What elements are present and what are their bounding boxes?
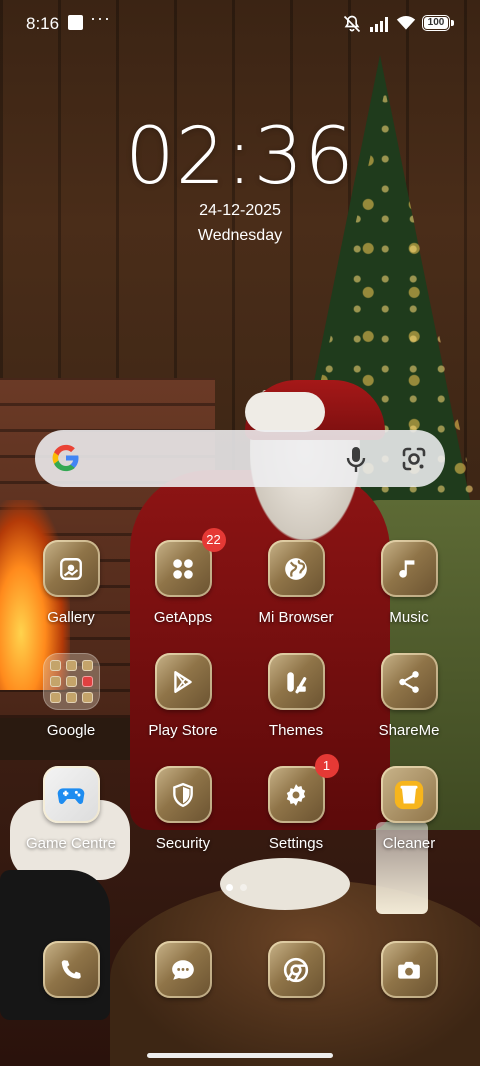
trash-icon[interactable]	[380, 766, 438, 823]
app-getapps[interactable]: 22 GetApps	[128, 528, 238, 626]
gear-icon[interactable]: 1	[267, 754, 339, 823]
app-label: Google	[46, 722, 96, 739]
gamepad-icon[interactable]	[42, 766, 100, 823]
app-cleaner[interactable]: Cleaner	[354, 766, 464, 852]
signal-icon	[370, 17, 388, 32]
google-search-bar[interactable]	[35, 430, 445, 487]
phone-icon[interactable]	[42, 941, 100, 998]
app-label: Cleaner	[382, 835, 436, 852]
google-icon[interactable]	[51, 443, 81, 473]
app-label: GetApps	[153, 609, 213, 626]
themes-icon[interactable]	[267, 653, 325, 710]
app-mi-browser[interactable]: Mi Browser	[241, 540, 351, 626]
app-label: ShareMe	[378, 722, 440, 739]
mute-icon	[343, 15, 361, 33]
clock-date[interactable]: 24-12-2025	[0, 202, 480, 220]
more-notifications-icon: ···	[90, 8, 111, 28]
camera-icon[interactable]	[380, 941, 438, 998]
dock-chrome[interactable]	[241, 941, 351, 998]
dock-phone[interactable]	[16, 941, 126, 998]
app-music[interactable]: Music	[354, 540, 464, 626]
google-lens-icon[interactable]	[401, 446, 427, 472]
cookie-plate	[220, 858, 350, 910]
hat-fur	[245, 392, 325, 432]
status-bar: 8:16 ··· 100	[0, 0, 480, 48]
wifi-icon	[396, 16, 416, 30]
clock-day[interactable]: Wednesday	[0, 227, 480, 245]
folder-icon[interactable]	[42, 653, 100, 710]
app-label: Mi Browser	[258, 609, 334, 626]
app-label: Game Centre	[25, 835, 117, 852]
app-security[interactable]: Security	[128, 766, 238, 852]
gallery-icon[interactable]	[42, 540, 100, 597]
app-shareme[interactable]: ShareMe	[354, 653, 464, 739]
getapps-icon[interactable]: 22	[154, 528, 226, 597]
notification-badge: 1	[314, 754, 339, 778]
globe-icon[interactable]	[267, 540, 325, 597]
page-indicator-active	[226, 884, 233, 891]
share-icon[interactable]	[380, 653, 438, 710]
dock-messages[interactable]	[128, 941, 238, 998]
play-store-icon[interactable]	[154, 653, 212, 710]
app-game-centre[interactable]: Game Centre	[16, 766, 126, 852]
app-label: Security	[155, 835, 211, 852]
dock-camera[interactable]	[354, 941, 464, 998]
clock-time[interactable]: 02:36	[0, 112, 480, 202]
shield-icon[interactable]	[154, 766, 212, 823]
app-label: Settings	[268, 835, 324, 852]
folder-google[interactable]: Google	[16, 653, 126, 739]
battery-level: 100	[427, 17, 445, 28]
chrome-icon[interactable]	[267, 941, 325, 998]
app-themes[interactable]: Themes	[241, 653, 351, 739]
messages-icon[interactable]	[154, 941, 212, 998]
notification-icon	[68, 15, 83, 30]
page-indicator	[240, 884, 247, 891]
app-settings[interactable]: 1 Settings	[241, 754, 351, 852]
status-time: 8:16	[26, 14, 60, 33]
app-label: Music	[389, 609, 429, 626]
app-label: Gallery	[47, 609, 95, 626]
battery-icon: 100	[422, 15, 450, 31]
app-gallery[interactable]: Gallery	[16, 540, 126, 626]
mic-icon[interactable]	[343, 445, 369, 473]
notification-badge: 22	[201, 528, 226, 552]
app-label: Themes	[268, 722, 324, 739]
battery-tip	[451, 20, 454, 26]
music-note-icon[interactable]	[380, 540, 438, 597]
home-gesture-handle[interactable]	[147, 1053, 333, 1058]
app-label: Play Store	[148, 722, 218, 739]
app-play-store[interactable]: Play Store	[128, 653, 238, 739]
